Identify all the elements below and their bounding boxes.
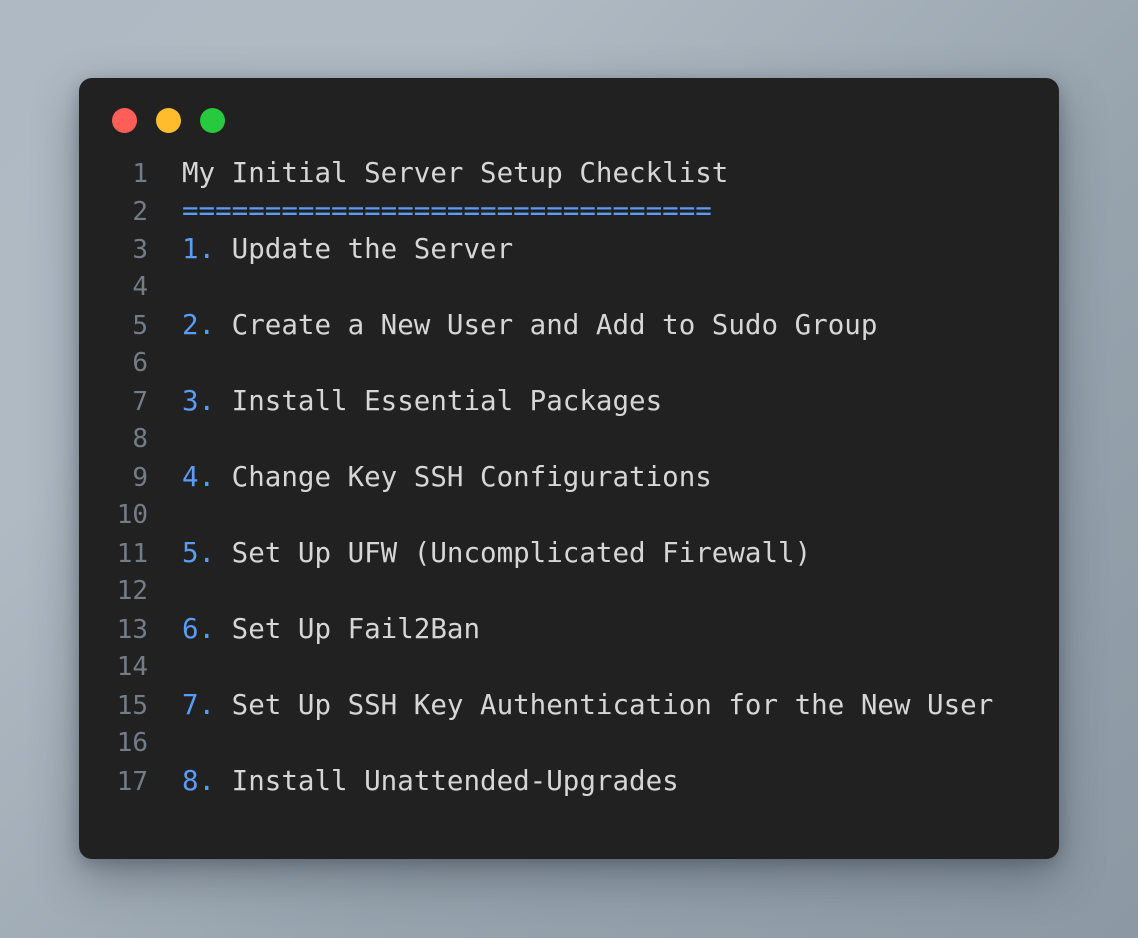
code-line[interactable]: 10	[79, 496, 1059, 534]
line-text: Update the Server	[232, 233, 513, 265]
line-text: Change Key SSH Configurations	[232, 461, 712, 493]
line-content: 1. Update the Server	[148, 230, 513, 268]
code-line[interactable]: 73. Install Essential Packages	[79, 382, 1059, 420]
line-number: 16	[79, 724, 148, 762]
code-line[interactable]: 52. Create a New User and Add to Sudo Gr…	[79, 306, 1059, 344]
line-content: 6. Set Up Fail2Ban	[148, 610, 480, 648]
line-content: 5. Set Up UFW (Uncomplicated Firewall)	[148, 534, 811, 572]
code-line[interactable]: 115. Set Up UFW (Uncomplicated Firewall)	[79, 534, 1059, 572]
code-window: 1 My Initial Server Setup Checklist 2 =====…	[79, 78, 1059, 859]
code-line[interactable]: 136. Set Up Fail2Ban	[79, 610, 1059, 648]
window-titlebar	[79, 78, 1059, 154]
line-number: 5	[79, 307, 148, 345]
list-marker: 7.	[182, 689, 232, 721]
heading-underline: ================================	[182, 195, 712, 227]
line-number: 17	[79, 763, 148, 801]
line-number: 4	[79, 268, 148, 306]
line-content: 4. Change Key SSH Configurations	[148, 458, 712, 496]
code-line[interactable]: 31. Update the Server	[79, 230, 1059, 268]
line-text: Set Up UFW (Uncomplicated Firewall)	[232, 537, 811, 569]
line-number: 13	[79, 611, 148, 649]
code-line[interactable]: 178. Install Unattended-Upgrades	[79, 762, 1059, 800]
line-text: Create a New User and Add to Sudo Group	[232, 309, 878, 341]
line-number: 10	[79, 496, 148, 534]
code-line[interactable]: 8	[79, 420, 1059, 458]
list-marker: 8.	[182, 765, 232, 797]
line-number: 8	[79, 420, 148, 458]
code-area[interactable]: 1 My Initial Server Setup Checklist 2 =====…	[79, 154, 1059, 800]
list-marker: 5.	[182, 537, 232, 569]
code-line[interactable]: 1 My Initial Server Setup Checklist	[79, 154, 1059, 192]
line-text: Set Up Fail2Ban	[232, 613, 480, 645]
line-text: Install Essential Packages	[232, 385, 662, 417]
line-number: 6	[79, 344, 148, 382]
line-number: 3	[79, 231, 148, 269]
line-number: 1	[79, 155, 148, 193]
traffic-light-group	[112, 108, 225, 133]
line-content: 8. Install Unattended-Upgrades	[148, 762, 679, 800]
list-marker: 6.	[182, 613, 232, 645]
line-number: 7	[79, 383, 148, 421]
code-line[interactable]: 12	[79, 572, 1059, 610]
list-marker: 2.	[182, 309, 232, 341]
maximize-button-icon[interactable]	[200, 108, 225, 133]
close-button-icon[interactable]	[112, 108, 137, 133]
line-content: 2. Create a New User and Add to Sudo Gro…	[148, 306, 877, 344]
code-line[interactable]: 14	[79, 648, 1059, 686]
line-content: 7. Set Up SSH Key Authentication for the…	[148, 686, 993, 724]
code-line[interactable]: 16	[79, 724, 1059, 762]
minimize-button-icon[interactable]	[156, 108, 181, 133]
line-text: My Initial Server Setup Checklist	[182, 157, 728, 189]
code-line[interactable]: 157. Set Up SSH Key Authentication for t…	[79, 686, 1059, 724]
code-line[interactable]: 4	[79, 268, 1059, 306]
line-content: 3. Install Essential Packages	[148, 382, 662, 420]
list-marker: 4.	[182, 461, 232, 493]
code-line[interactable]: 94. Change Key SSH Configurations	[79, 458, 1059, 496]
line-number: 12	[79, 572, 148, 610]
code-line[interactable]: 2 ================================	[79, 192, 1059, 230]
line-text: Install Unattended-Upgrades	[232, 765, 679, 797]
list-marker: 1.	[182, 233, 232, 265]
line-number: 11	[79, 535, 148, 573]
line-content: My Initial Server Setup Checklist	[148, 154, 728, 192]
line-text: Set Up SSH Key Authentication for the Ne…	[232, 689, 994, 721]
list-marker: 3.	[182, 385, 232, 417]
code-line[interactable]: 6	[79, 344, 1059, 382]
line-number: 15	[79, 687, 148, 725]
line-number: 9	[79, 459, 148, 497]
line-number: 14	[79, 648, 148, 686]
line-content: ================================	[148, 192, 712, 230]
line-number: 2	[79, 193, 148, 231]
